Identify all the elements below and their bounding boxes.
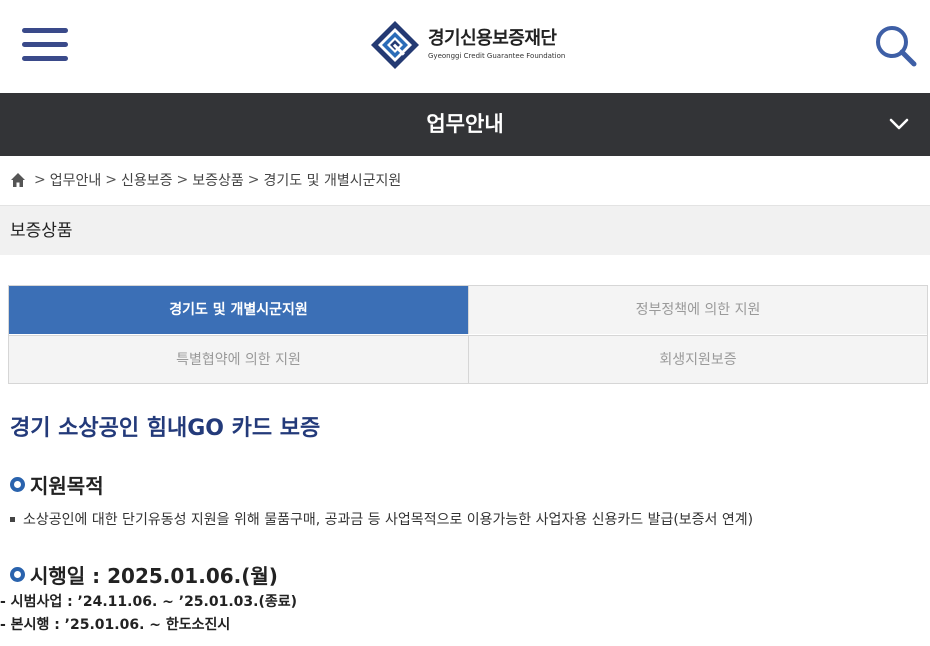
logo-english-name: Gyeonggi Credit Guarantee Foundation (428, 52, 566, 60)
menu-bar: 업무안내 (0, 93, 930, 156)
breadcrumb-separator: > (247, 172, 260, 188)
purpose-text: 소상공인에 대한 단기유동성 지원을 위해 물품구매, 공과금 등 사업목적으로… (23, 512, 754, 528)
site-header: 경기신용보증재단 Gyeonggi Credit Guarantee Found… (0, 0, 930, 93)
tab-government-policy-support[interactable]: 정부정책에 의한 지원 (468, 286, 927, 334)
circle-bullet-icon (10, 477, 25, 492)
breadcrumb-separator: > (105, 172, 117, 188)
section-title: 보증상품 (10, 221, 73, 241)
search-icon[interactable] (874, 24, 918, 68)
square-bullet-icon (10, 516, 15, 522)
breadcrumb-separator: > (176, 172, 189, 188)
section-bar: 보증상품 (0, 205, 930, 255)
breadcrumb-item-current[interactable]: 경기도 및 개별시군지원 (264, 170, 402, 190)
breadcrumb-item-guarantee-products[interactable]: 보증상품 (192, 170, 244, 190)
tab-special-agreement-support[interactable]: 특별협약에 의한 지원 (9, 335, 468, 383)
schedule-pilot: - 시범사업 : ’24.11.06. ~ ’25.01.03.(종료) (0, 594, 298, 610)
logo-korean-name: 경기신용보증재단 (428, 28, 557, 49)
site-logo[interactable]: 경기신용보증재단 Gyeonggi Credit Guarantee Found… (370, 18, 565, 72)
menu-bar-title: 업무안내 (426, 112, 504, 136)
purpose-item: 소상공인에 대한 단기유동성 지원을 위해 물품구매, 공과금 등 사업목적으로… (10, 509, 753, 529)
breadcrumb-separator: > (34, 172, 46, 188)
effective-date-text: 시행일 : 2025.01.06.(월) (30, 564, 278, 588)
logo-mark-icon (371, 21, 419, 69)
breadcrumb: > 업무안내 > 신용보증 > 보증상품 > 경기도 및 개별시군지원 (10, 168, 401, 192)
breadcrumb-item-credit-guarantee[interactable]: 신용보증 (121, 170, 173, 190)
circle-bullet-icon (10, 567, 25, 582)
hamburger-menu-icon[interactable] (22, 28, 68, 62)
tab-gyeonggi-city-support[interactable]: 경기도 및 개별시군지원 (9, 286, 468, 334)
purpose-heading: 지원목적 (10, 470, 104, 499)
product-tabs: 경기도 및 개별시군지원 정부정책에 의한 지원 특별협약에 의한 지원 회생지… (8, 285, 928, 384)
purpose-heading-text: 지원목적 (30, 474, 104, 498)
home-icon[interactable] (10, 172, 26, 188)
schedule-main: - 본시행 : ’25.01.06. ~ 한도소진시 (0, 617, 231, 633)
tab-rehabilitation-guarantee[interactable]: 회생지원보증 (468, 335, 927, 383)
effective-date-heading: 시행일 : 2025.01.06.(월) (10, 560, 278, 589)
breadcrumb-item-work-guide[interactable]: 업무안내 (50, 170, 102, 190)
chevron-down-icon[interactable] (884, 111, 914, 137)
page-title: 경기 소상공인 힘내GO 카드 보증 (10, 416, 321, 441)
